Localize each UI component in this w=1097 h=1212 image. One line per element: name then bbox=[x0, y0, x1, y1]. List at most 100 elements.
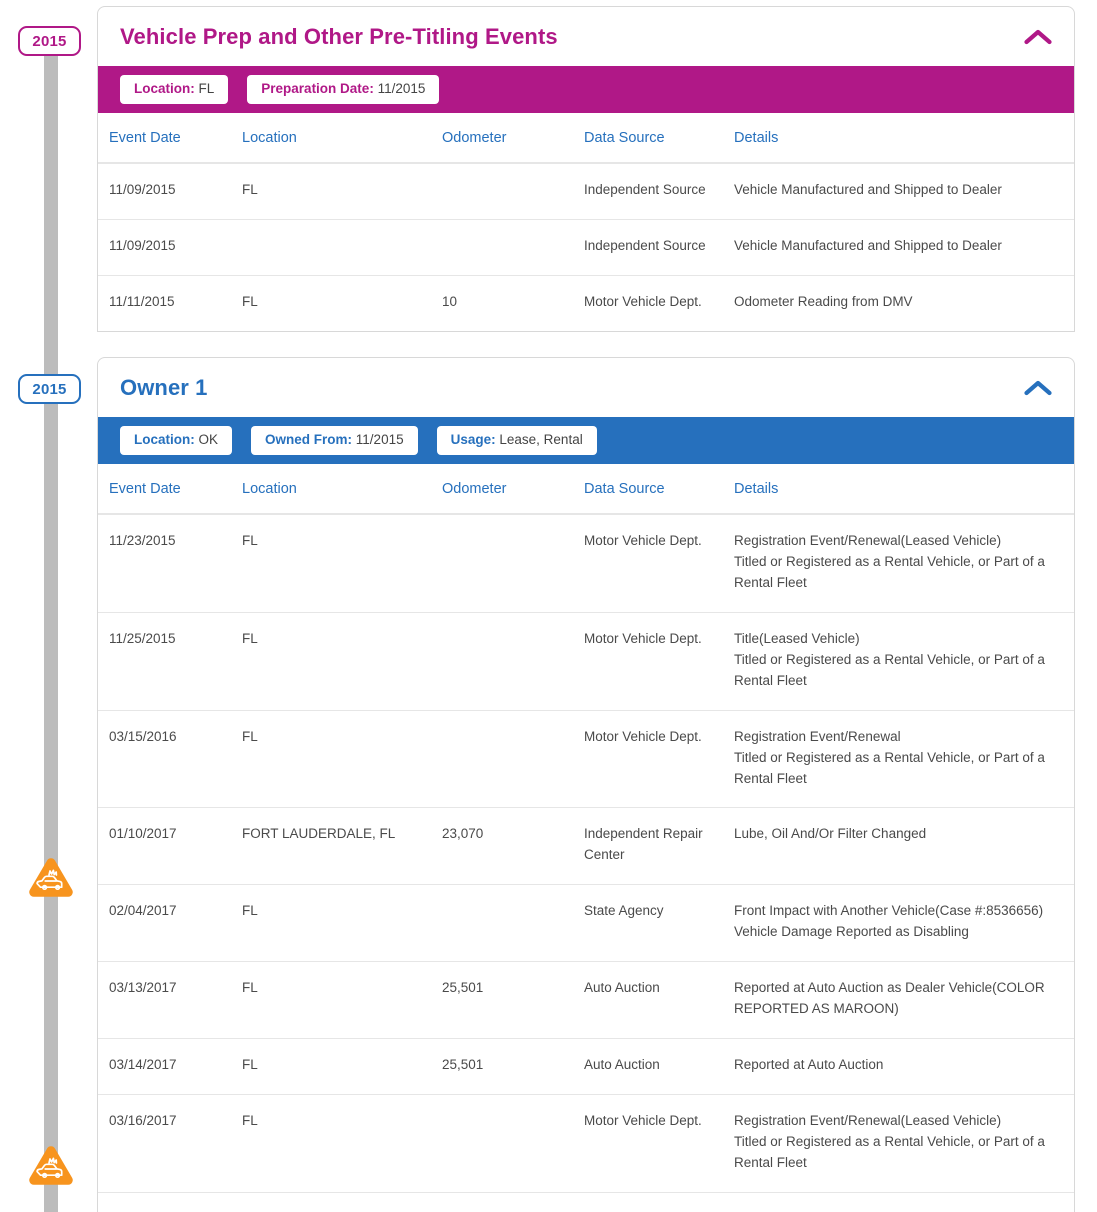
cell-event-date: 04/15/2017 bbox=[98, 1192, 242, 1212]
column-header-location: Location bbox=[242, 113, 442, 165]
summary-pill-usage: Usage: Lease, Rental bbox=[436, 426, 597, 456]
table-header-row: Event Date Location Odometer Data Source… bbox=[98, 464, 1074, 516]
table-row: 11/09/2015 Independent Source Vehicle Ma… bbox=[98, 219, 1074, 277]
chevron-up-icon[interactable] bbox=[1024, 379, 1052, 397]
cell-location: FL bbox=[242, 884, 442, 963]
table-row: 11/11/2015 FL 10 Motor Vehicle Dept. Odo… bbox=[98, 276, 1074, 331]
year-badge-label: 2015 bbox=[32, 380, 67, 398]
detail-line: Titled or Registered as a Rental Vehicle… bbox=[734, 651, 1045, 688]
cell-details: Registration Event/Renewal(Leased Vehicl… bbox=[734, 514, 1074, 613]
cell-odometer bbox=[442, 163, 584, 221]
cell-odometer bbox=[442, 884, 584, 963]
column-header-odometer: Odometer bbox=[442, 113, 584, 165]
table-row: 01/10/2017 FORT LAUDERDALE, FL 23,070 In… bbox=[98, 807, 1074, 886]
summary-pill-value: 11/2015 bbox=[355, 432, 404, 447]
cell-details: Auction Announced as Structural Damage R… bbox=[734, 1192, 1074, 1212]
cell-odometer bbox=[442, 710, 584, 809]
column-header-odometer: Odometer bbox=[442, 464, 584, 516]
cell-data-source: Independent Source bbox=[584, 163, 734, 221]
cell-details: Vehicle Manufactured and Shipped to Deal… bbox=[734, 163, 1074, 221]
summary-pill-location: Location: OK bbox=[120, 426, 233, 456]
cell-data-source: Auto Auction bbox=[584, 961, 734, 1040]
cell-details: Front Impact with Another Vehicle(Case #… bbox=[734, 884, 1074, 963]
detail-line: Titled or Registered as a Rental Vehicle… bbox=[734, 554, 1045, 591]
cell-odometer: 10 bbox=[442, 294, 458, 310]
table-row: 04/15/2017 FL Auto Auction Auction Annou… bbox=[98, 1192, 1074, 1212]
section-card-owner-1: Owner 1 Location: OK Owned From: 11/2015… bbox=[97, 357, 1075, 1212]
timeline-year-badge-2015-owner1: 2015 bbox=[18, 374, 81, 404]
summary-pill-owned-from: Owned From: 11/2015 bbox=[251, 426, 418, 456]
column-header-details: Details bbox=[734, 113, 1074, 165]
cell-odometer: 23,070 bbox=[442, 807, 584, 886]
detail-line: Titled or Registered as a Rental Vehicle… bbox=[734, 1133, 1045, 1170]
detail-line: Vehicle Manufactured and Shipped to Deal… bbox=[734, 182, 1002, 198]
detail-line: Vehicle Manufactured and Shipped to Deal… bbox=[734, 238, 1002, 254]
detail-line: Titled or Registered as a Rental Vehicle… bbox=[734, 749, 1045, 786]
column-header-event-date: Event Date bbox=[98, 464, 242, 516]
cell-details: Title(Leased Vehicle) Titled or Register… bbox=[734, 612, 1074, 711]
detail-line: Lube, Oil And/Or Filter Changed bbox=[734, 826, 927, 842]
cell-location: FL bbox=[242, 163, 442, 221]
cell-event-date: 03/15/2016 bbox=[98, 710, 242, 809]
cell-data-source: Motor Vehicle Dept. bbox=[584, 514, 734, 613]
cell-location: FL bbox=[242, 1038, 442, 1095]
vehicle-history-report: 2015 2015 Vehicle Prep and Other Pre-Tit… bbox=[0, 0, 1097, 1212]
summary-pill-value: FL bbox=[198, 81, 215, 96]
cell-data-source: Auto Auction bbox=[584, 1038, 734, 1095]
column-header-event-date: Event Date bbox=[98, 113, 242, 165]
detail-line: Title(Leased Vehicle) bbox=[734, 630, 860, 646]
section-header-owner-1[interactable]: Owner 1 bbox=[98, 358, 1074, 417]
cell-event-date: 11/09/2015 bbox=[98, 219, 242, 277]
section-summary-bar-vehicle-prep: Location: FL Preparation Date: 11/2015 bbox=[98, 66, 1074, 114]
summary-pill-value: OK bbox=[198, 432, 219, 447]
section-header-vehicle-prep[interactable]: Vehicle Prep and Other Pre-Titling Event… bbox=[98, 7, 1074, 66]
cell-odometer: 25,501 bbox=[442, 961, 584, 1040]
cell-event-date: 03/13/2017 bbox=[98, 961, 242, 1040]
cell-location: FORT LAUDERDALE, FL bbox=[242, 807, 442, 886]
cell-details: Lube, Oil And/Or Filter Changed bbox=[734, 807, 1074, 886]
cell-data-source: Independent Repair Center bbox=[584, 807, 734, 886]
cell-odometer bbox=[442, 219, 584, 277]
summary-pill-value: Lease, Rental bbox=[499, 432, 583, 447]
cell-data-source: Motor Vehicle Dept. bbox=[584, 1094, 734, 1193]
cell-location: FL bbox=[242, 710, 442, 809]
event-table-body: 11/09/2015 FL Independent Source Vehicle… bbox=[98, 163, 1074, 331]
cell-event-date: 11/25/2015 bbox=[98, 612, 242, 711]
summary-pill-value: 11/2015 bbox=[377, 81, 426, 96]
cell-event-date: 03/14/2017 bbox=[98, 1038, 242, 1095]
cell-location: FL bbox=[242, 1094, 442, 1193]
cell-data-source: Motor Vehicle Dept. bbox=[584, 612, 734, 711]
detail-line: Registration Event/Renewal bbox=[734, 728, 901, 744]
cell-odometer bbox=[442, 1094, 584, 1193]
summary-pill-label: Usage: bbox=[450, 432, 496, 447]
cell-details: Registration Event/Renewal Titled or Reg… bbox=[734, 710, 1074, 809]
year-badge-label: 2015 bbox=[32, 32, 67, 50]
cell-details: Reported at Auto Auction bbox=[734, 1038, 1074, 1095]
cell-data-source: Independent Source bbox=[584, 219, 734, 277]
detail-line: Registration Event/Renewal(Leased Vehicl… bbox=[734, 533, 1002, 549]
event-table-owner-1: Event Date Location Odometer Data Source… bbox=[98, 464, 1074, 1212]
cell-odometer: 25,501 bbox=[442, 1038, 584, 1095]
summary-pill-location: Location: FL bbox=[120, 75, 229, 105]
chevron-up-icon[interactable] bbox=[1024, 28, 1052, 46]
table-row: 02/04/2017 FL State Agency Front Impact … bbox=[98, 884, 1074, 963]
timeline-accident-marker-2 bbox=[28, 1146, 74, 1188]
section-card-vehicle-prep: Vehicle Prep and Other Pre-Titling Event… bbox=[97, 6, 1075, 332]
cell-details: Vehicle Manufactured and Shipped to Deal… bbox=[734, 219, 1074, 277]
cell-event-date: 11/09/2015 bbox=[98, 163, 242, 221]
cell-odometer bbox=[442, 1192, 584, 1212]
cell-details: Reported at Auto Auction as Dealer Vehic… bbox=[734, 961, 1074, 1040]
table-header-row: Event Date Location Odometer Data Source… bbox=[98, 113, 1074, 165]
cell-event-date: 03/16/2017 bbox=[98, 1094, 242, 1193]
table-row: 11/09/2015 FL Independent Source Vehicle… bbox=[98, 163, 1074, 221]
summary-pill-label: Owned From: bbox=[265, 432, 353, 447]
cell-location: FL bbox=[242, 961, 442, 1040]
timeline-accident-marker-1 bbox=[28, 858, 74, 900]
table-row: 03/14/2017 FL 25,501 Auto Auction Report… bbox=[98, 1038, 1074, 1095]
column-header-location: Location bbox=[242, 464, 442, 516]
detail-line: Odometer Reading from DMV bbox=[734, 294, 913, 310]
cell-details: Odometer Reading from DMV bbox=[734, 276, 1074, 331]
detail-line: Registration Event/Renewal(Leased Vehicl… bbox=[734, 1112, 1002, 1128]
detail-line: Reported at Auto Auction bbox=[734, 1057, 884, 1073]
summary-pill-label: Location: bbox=[134, 432, 195, 447]
